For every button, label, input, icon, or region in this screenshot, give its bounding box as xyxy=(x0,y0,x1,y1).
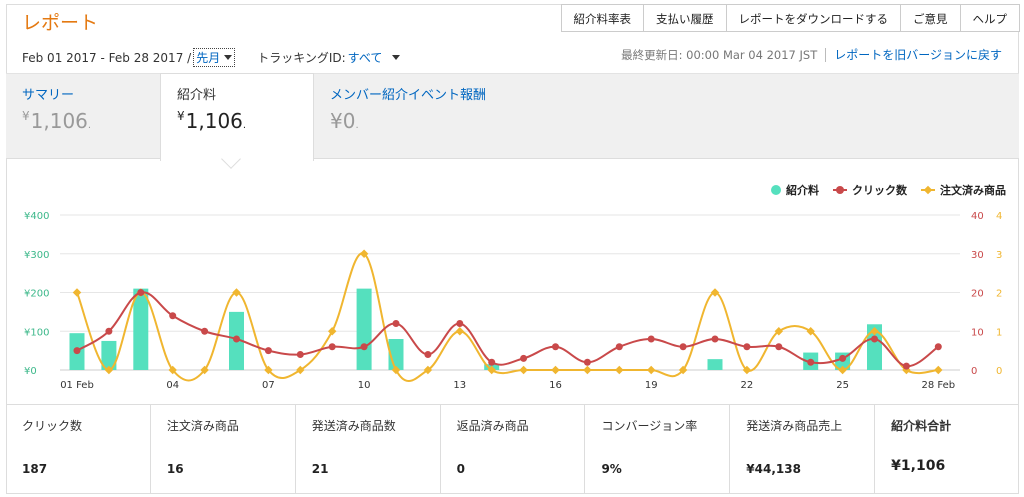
summary-tab-referral-fee[interactable]: 紹介料 ¥1,106. xyxy=(160,73,314,161)
point-clicks xyxy=(488,358,496,366)
summary-tab-value: ¥1,106. xyxy=(177,109,247,133)
stat-conversion-rate: コンバージョン率 9% xyxy=(585,405,731,494)
x-tick-label: 28 Feb xyxy=(921,380,955,391)
point-clicks xyxy=(934,343,942,351)
point-ordered-items xyxy=(519,365,528,375)
point-ordered-items xyxy=(615,365,624,375)
x-tick-label: 22 xyxy=(741,380,754,391)
x-tick-label: 13 xyxy=(453,380,466,391)
point-clicks xyxy=(328,343,336,351)
y-tick-label-orders: 1 xyxy=(996,327,1002,338)
point-clicks xyxy=(264,347,272,355)
point-clicks xyxy=(233,335,240,343)
point-ordered-items xyxy=(72,288,82,297)
point-clicks xyxy=(871,335,878,343)
point-clicks xyxy=(424,351,432,358)
y-tick-label-left: ¥100 xyxy=(24,327,49,338)
y-tick-label-left: ¥200 xyxy=(24,289,49,300)
stat-shipped-sales: 発送済み商品売上 ¥44,138 xyxy=(730,405,876,494)
y-tick-label-left: ¥0 xyxy=(24,366,37,377)
y-tick-label-left: ¥300 xyxy=(24,250,49,261)
point-clicks xyxy=(711,335,719,343)
point-clicks xyxy=(647,335,655,343)
stat-total-fee: 紹介料合計 ¥1,106 xyxy=(891,419,952,474)
bar-referral-fee xyxy=(707,359,723,370)
stat-returned-items: 返品済み商品 0 xyxy=(441,405,586,494)
stat-clicks: クリック数 187 xyxy=(6,405,151,494)
point-clicks xyxy=(583,358,591,366)
point-ordered-items xyxy=(583,365,592,375)
y-tick-label-clicks: 40 xyxy=(971,211,984,222)
point-ordered-items xyxy=(934,365,943,375)
point-clicks xyxy=(73,347,81,355)
point-ordered-items xyxy=(551,365,560,375)
point-ordered-items xyxy=(455,327,465,336)
bar-referral-fee xyxy=(356,288,372,370)
point-clicks xyxy=(775,343,783,351)
bar-referral-fee xyxy=(133,288,149,370)
point-clicks xyxy=(743,343,751,351)
stat-shipped-items: 発送済み商品数 21 xyxy=(296,405,441,494)
y-tick-label-clicks: 10 xyxy=(971,327,984,338)
point-clicks xyxy=(360,343,368,351)
x-tick-label: 10 xyxy=(358,380,371,391)
y-tick-label-orders: 2 xyxy=(996,289,1002,300)
point-clicks xyxy=(807,358,815,366)
y-tick-label-clicks: 30 xyxy=(971,250,984,261)
x-tick-label: 16 xyxy=(549,380,562,391)
x-tick-label: 25 xyxy=(836,380,849,391)
point-clicks xyxy=(201,327,209,335)
summary-tab-label: 紹介料 xyxy=(177,88,217,103)
stat-ordered-items: 注文済み商品 16 xyxy=(151,405,296,494)
point-clicks xyxy=(296,351,304,358)
point-clicks xyxy=(105,327,113,335)
y-tick-label-orders: 4 xyxy=(996,211,1002,222)
point-clicks xyxy=(902,362,910,370)
x-tick-label: 04 xyxy=(166,380,179,391)
y-tick-label-clicks: 0 xyxy=(971,366,977,377)
point-clicks xyxy=(392,320,400,327)
point-clicks xyxy=(520,354,528,362)
point-clicks xyxy=(456,320,464,327)
point-ordered-items xyxy=(646,365,656,375)
stats-bar: クリック数 187 注文済み商品 16 発送済み商品数 21 返品済み商品 0 コンバー… xyxy=(6,404,1019,494)
point-ordered-items xyxy=(232,288,241,297)
y-tick-label-orders: 3 xyxy=(996,250,1002,261)
y-tick-label-clicks: 20 xyxy=(971,289,984,300)
earnings-chart: ¥0 0 0 ¥100 10 1 ¥200 20 2 ¥300 30 3 ¥400 40 4 01 Feb 04… xyxy=(24,211,1002,391)
point-ordered-items xyxy=(327,327,337,336)
y-tick-label-orders: 0 xyxy=(996,366,1002,377)
y-tick-label-left: ¥400 xyxy=(24,211,49,222)
point-clicks xyxy=(552,343,559,351)
x-tick-label: 01 Feb xyxy=(60,380,94,391)
point-clicks xyxy=(679,343,687,351)
point-clicks xyxy=(169,312,177,320)
x-tick-label: 07 xyxy=(262,380,275,391)
point-clicks xyxy=(839,354,847,362)
point-clicks xyxy=(137,289,145,296)
point-clicks xyxy=(615,343,623,351)
x-tick-label: 19 xyxy=(645,380,658,391)
